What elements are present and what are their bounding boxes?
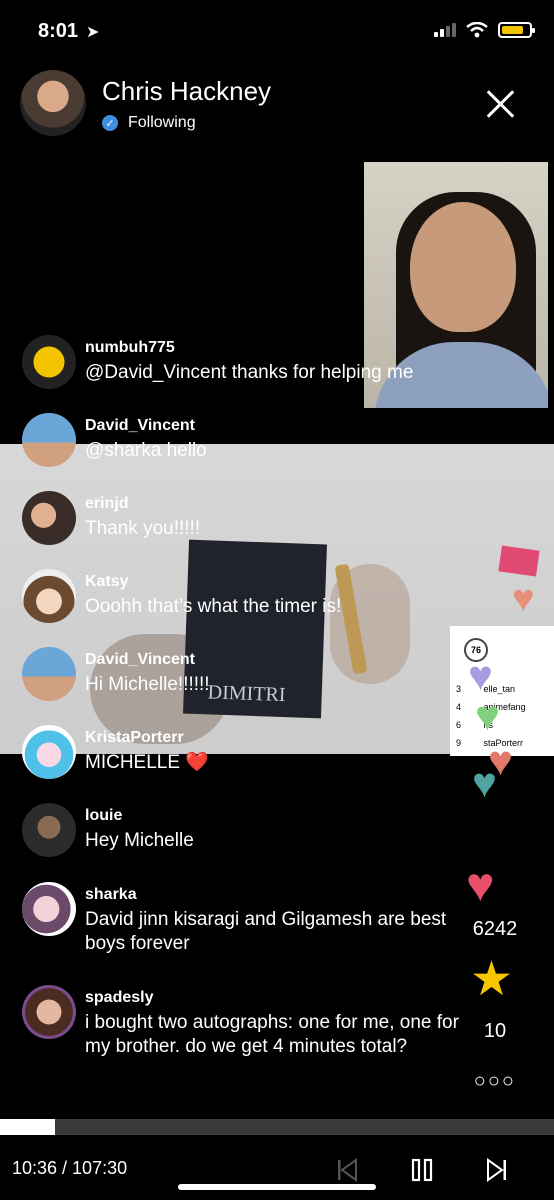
chat-text: @sharka hello: [85, 440, 207, 461]
user-avatar[interactable]: [22, 413, 76, 467]
playback-progress[interactable]: [0, 1119, 554, 1135]
progress-fill: [0, 1119, 55, 1135]
star-reaction-icon[interactable]: ★: [470, 956, 513, 1004]
status-bar: 8:01 ➤: [0, 0, 554, 60]
pause-icon[interactable]: [410, 1158, 434, 1182]
floating-heart-icon: ♥: [475, 692, 500, 739]
chat-username[interactable]: KristaPorterr: [85, 729, 184, 747]
skip-forward-icon[interactable]: [486, 1158, 508, 1182]
chat-text: @David_Vincent thanks for helping me: [85, 362, 414, 383]
chat-username[interactable]: sharka: [85, 886, 137, 904]
signal-icon: [434, 23, 456, 37]
host-avatar[interactable]: [20, 70, 86, 136]
floating-heart-icon: ♥: [468, 652, 493, 699]
location-arrow-icon: ➤: [86, 24, 100, 41]
user-avatar[interactable]: [22, 803, 76, 857]
chat-username[interactable]: spadesly: [85, 989, 153, 1007]
user-avatar[interactable]: [22, 985, 76, 1039]
chat-text: Hey Michelle: [85, 830, 194, 851]
wifi-icon: [466, 22, 488, 38]
floating-heart-icon: ♥: [472, 759, 497, 806]
chat-text: Ooohh that’s what the timer is!: [85, 596, 342, 617]
follow-status-label: Following: [128, 114, 196, 131]
heart-reaction-icon[interactable]: ♥: [466, 862, 495, 910]
live-header: Chris Hackney ✓ Following: [20, 70, 534, 140]
eraser: [498, 545, 540, 577]
battery-icon: [498, 22, 535, 38]
user-avatar[interactable]: [22, 725, 76, 779]
hearts-count: 6242: [472, 918, 518, 940]
floating-heart-icon: ♥: [512, 578, 535, 620]
chat-username[interactable]: louie: [85, 807, 122, 825]
chat-username[interactable]: David_Vincent: [85, 651, 195, 669]
skip-back-icon[interactable]: [336, 1158, 358, 1182]
chat-username[interactable]: David_Vincent: [85, 417, 195, 435]
stars-count: 10: [483, 1020, 507, 1042]
chat-username[interactable]: numbuh775: [85, 339, 175, 357]
chat-text: MICHELLE ❤️: [85, 752, 209, 773]
verified-check-icon: ✓: [102, 115, 118, 131]
more-options-icon[interactable]: ○○○: [474, 1070, 516, 1093]
chat-text: David jinn kisaragi and Gilgamesh are be…: [85, 909, 447, 954]
chat-username[interactable]: erinjd: [85, 495, 129, 513]
status-time: 8:01: [38, 20, 79, 42]
playback-time: 10:36 / 107:30: [12, 1158, 128, 1178]
host-name[interactable]: Chris Hackney: [102, 76, 271, 107]
chat-text: i bought two autographs: one for me, one…: [85, 1012, 459, 1057]
chat-text: Thank you!!!!!: [85, 518, 201, 539]
chat-text: Hi Michelle!!!!!!: [85, 674, 210, 695]
close-button[interactable]: [482, 86, 518, 122]
follow-status[interactable]: ✓ Following: [102, 114, 196, 132]
chat-username[interactable]: Katsy: [85, 573, 129, 591]
user-avatar[interactable]: [22, 882, 76, 936]
user-avatar[interactable]: [22, 647, 76, 701]
user-avatar[interactable]: [22, 569, 76, 623]
playback-controls: 10:36 / 107:30: [0, 1140, 554, 1200]
user-avatar[interactable]: [22, 335, 76, 389]
user-avatar[interactable]: [22, 491, 76, 545]
home-indicator[interactable]: [178, 1184, 376, 1190]
